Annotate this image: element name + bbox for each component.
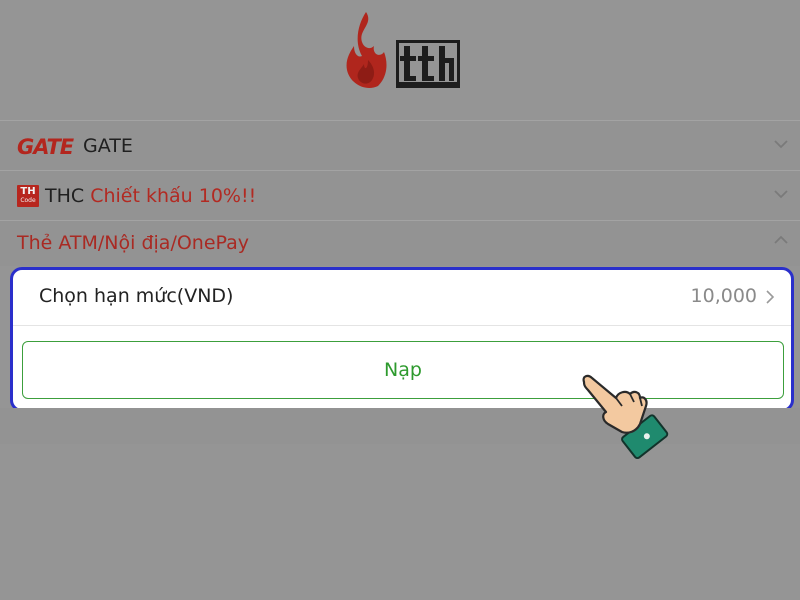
svg-text:GATE: GATE bbox=[17, 135, 75, 157]
chevron-right-icon[interactable] bbox=[765, 290, 775, 304]
pointing-hand-icon bbox=[582, 374, 669, 460]
divider bbox=[13, 325, 791, 326]
thc-label: THC Chiết khấu 10%!! bbox=[45, 185, 256, 207]
gate-logo: GATE bbox=[17, 135, 75, 157]
amount-value[interactable]: 10,000 bbox=[691, 285, 757, 307]
topup-panel: Chọn hạn mức(VND) 10,000 Nạp bbox=[10, 267, 794, 412]
thc-promo: Chiết khấu 10%!! bbox=[90, 184, 257, 207]
amount-label[interactable]: Chọn hạn mức(VND) bbox=[39, 285, 233, 307]
payment-option-thc[interactable]: TH Code THC Chiết khấu 10%!! bbox=[0, 170, 800, 220]
tth-logo bbox=[344, 10, 462, 92]
atm-label: Thẻ ATM/Nội địa/OnePay bbox=[17, 232, 250, 254]
thc-logo: TH Code bbox=[17, 184, 39, 207]
chevron-up-icon bbox=[774, 235, 788, 244]
payment-option-gate[interactable]: GATE GATE bbox=[0, 120, 800, 170]
panel-footer-area bbox=[0, 408, 800, 444]
chevron-down-icon bbox=[774, 190, 788, 199]
chevron-down-icon bbox=[774, 140, 788, 149]
header bbox=[0, 0, 800, 118]
payment-option-atm[interactable]: Thẻ ATM/Nội địa/OnePay bbox=[0, 220, 800, 266]
thc-name: THC bbox=[45, 184, 85, 207]
gate-label: GATE bbox=[83, 134, 133, 157]
